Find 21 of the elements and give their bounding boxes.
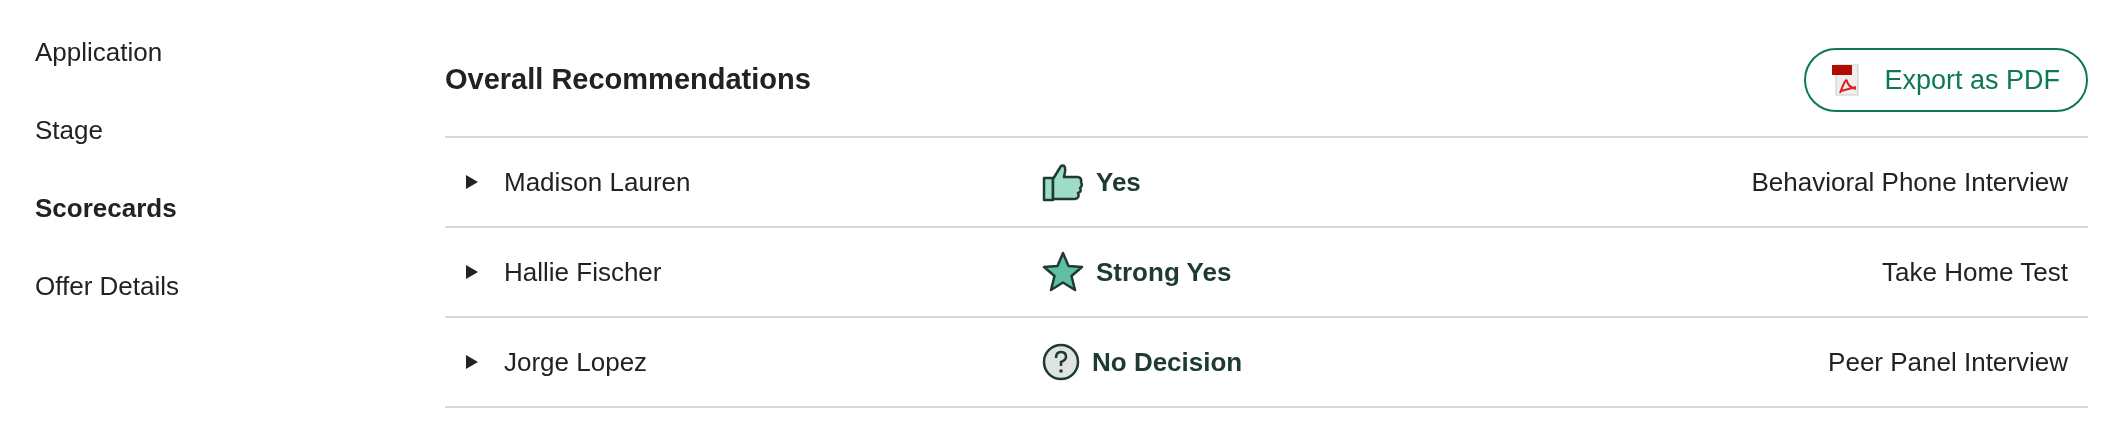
sidebar-item[interactable]: Stage xyxy=(35,111,445,149)
interviewer-name: Hallie Fischer xyxy=(504,255,663,289)
expand-arrow-icon[interactable] xyxy=(464,354,480,370)
recommendation-label: Yes xyxy=(1096,165,1141,199)
recommendation-label: Strong Yes xyxy=(1096,255,1232,289)
export-pdf-button[interactable]: Export as PDF xyxy=(1804,48,2088,112)
interviewer-name: Jorge Lopez xyxy=(504,345,649,379)
question-icon xyxy=(1042,343,1080,381)
interview-name: Peer Panel Interview xyxy=(1827,345,2069,379)
thumbs-up-icon xyxy=(1042,162,1084,202)
section-title: Overall Recommendations xyxy=(445,62,811,98)
interview-name: Take Home Test xyxy=(1881,255,2069,289)
expand-arrow-icon[interactable] xyxy=(464,264,480,280)
interview-name: Behavioral Phone Interview xyxy=(1750,165,2069,199)
sidebar-item[interactable]: Offer Details xyxy=(35,267,445,305)
sidebar-item[interactable]: Application xyxy=(35,33,445,71)
sidebar-item[interactable]: Scorecards xyxy=(35,189,445,227)
star-icon xyxy=(1042,251,1084,293)
recommendation-label: No Decision xyxy=(1092,345,1243,379)
interviewer-name: Madison Lauren xyxy=(504,165,692,199)
expand-arrow-icon[interactable] xyxy=(464,174,480,190)
